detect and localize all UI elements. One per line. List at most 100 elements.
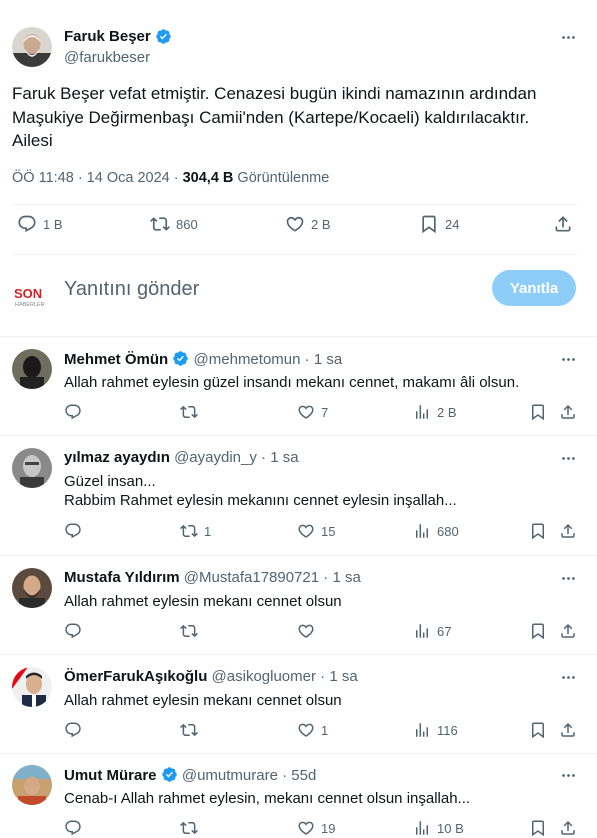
reply-input[interactable] (64, 274, 464, 304)
reply-button[interactable] (64, 721, 88, 739)
reply-avatar[interactable] (12, 568, 52, 608)
views-button[interactable]: 680 (413, 522, 459, 540)
like-button[interactable]: 7 (297, 403, 328, 421)
reply-text: Cenab-ı Allah rahmet eylesin, mekanı cen… (64, 789, 564, 808)
reply-item[interactable]: yılmaz ayaydın @ayaydin_y · 1 sa Güzel i… (0, 436, 597, 555)
views-button[interactable]: 67 (413, 622, 451, 640)
reply-author-name[interactable]: Mustafa Yıldırım (64, 569, 180, 586)
views-button[interactable]: 10 B (413, 819, 464, 837)
reply-avatar[interactable] (12, 448, 52, 488)
separator-dot: · (282, 767, 288, 784)
like-button[interactable] (297, 622, 321, 640)
share-button[interactable] (559, 819, 577, 837)
like-count: 7 (321, 404, 329, 420)
reply-icon (64, 403, 82, 421)
reply-button[interactable] (64, 622, 88, 640)
reply-time[interactable]: 1 sa (314, 351, 342, 368)
bookmark-button[interactable] (529, 819, 547, 837)
bookmark-button[interactable]: 24 (419, 214, 459, 234)
reply-time[interactable]: 1 sa (270, 449, 298, 466)
share-icon (553, 214, 573, 234)
reply-author-handle[interactable]: @Mustafa17890721 (184, 569, 319, 586)
reply-item[interactable]: Mehmet Ömün @mehmetomun · 1 sa Allah rah… (0, 337, 597, 435)
more-dots-icon[interactable] (558, 568, 578, 588)
reply-author-name[interactable]: yılmaz ayaydın (64, 449, 170, 466)
reply-button[interactable]: 1 B (17, 214, 63, 234)
like-count: 19 (321, 820, 336, 836)
reply-text: Allah rahmet eylesin güzel insandı mekan… (64, 373, 564, 392)
author-handle[interactable]: @farukbeser (64, 49, 172, 66)
views-button[interactable]: 2 B (413, 403, 457, 421)
share-button[interactable] (559, 522, 577, 540)
retweet-icon (180, 522, 198, 540)
retweet-button[interactable] (180, 622, 204, 640)
reply-author-name[interactable]: Mehmet Ömün (64, 351, 168, 368)
reply-header: ÖmerFarukAşıkoğlu @asikogluomer · 1 sa (64, 668, 358, 685)
more-dots-icon[interactable] (558, 765, 578, 785)
share-button[interactable] (559, 403, 577, 421)
reply-avatar[interactable] (12, 667, 52, 707)
reply-author-handle[interactable]: @umutmurare (182, 767, 278, 784)
bookmark-button[interactable] (529, 403, 547, 421)
reply-author-handle[interactable]: @mehmetomun (194, 351, 301, 368)
reply-text-line: Güzel insan... (64, 473, 156, 490)
retweet-button[interactable]: 1 (180, 522, 211, 540)
reply-author-name[interactable]: ÖmerFarukAşıkoğlu (64, 668, 207, 685)
bookmark-icon (529, 622, 547, 640)
views-count: 2 B (437, 404, 457, 420)
bookmark-button[interactable] (529, 522, 547, 540)
reply-author-name[interactable]: Umut Mürare (64, 767, 157, 784)
reply-author-handle[interactable]: @asikogluomer (212, 668, 316, 685)
reply-time[interactable]: 1 sa (329, 668, 357, 685)
bookmark-button[interactable] (529, 721, 547, 739)
reply-button[interactable] (64, 819, 88, 837)
bookmark-button[interactable] (529, 622, 547, 640)
reply-button[interactable] (64, 522, 88, 540)
retweet-button[interactable] (180, 403, 204, 421)
author-name-row[interactable]: Faruk Beşer (64, 28, 172, 45)
heart-icon (297, 522, 315, 540)
more-dots-icon[interactable] (558, 27, 578, 47)
views-button[interactable]: 116 (413, 721, 458, 739)
reply-button[interactable] (64, 403, 88, 421)
more-dots-icon[interactable] (558, 667, 578, 687)
share-button[interactable] (559, 721, 577, 739)
logo-text-top: SON (14, 286, 42, 301)
reply-avatar[interactable] (12, 349, 52, 389)
retweet-button[interactable] (180, 819, 204, 837)
reply-time[interactable]: 1 sa (332, 569, 360, 586)
tweet-actions: 1 B 860 2 B 24 (0, 214, 597, 244)
like-button[interactable]: 19 (297, 819, 335, 837)
reply-author-handle[interactable]: @ayaydin_y (174, 449, 257, 466)
share-icon (559, 522, 577, 540)
like-button[interactable]: 15 (297, 522, 335, 540)
retweet-button[interactable] (180, 721, 204, 739)
more-dots-icon[interactable] (558, 349, 578, 369)
separator-dot: · (304, 351, 310, 368)
like-count: 2 B (311, 216, 331, 232)
separator-dot: · (320, 668, 326, 685)
reply-actions: 1 116 (0, 721, 597, 743)
share-button[interactable] (559, 622, 577, 640)
heart-icon (297, 403, 315, 421)
tweet-views-count: 304,4 B (182, 170, 234, 186)
author-avatar[interactable] (12, 27, 52, 67)
author-name[interactable]: Faruk Beşer (64, 28, 151, 45)
reply-item[interactable]: Umut Mürare @umutmurare · 55d Cenab-ı Al… (0, 754, 597, 838)
like-button[interactable]: 1 (297, 721, 328, 739)
bookmark-icon (529, 522, 547, 540)
reply-time[interactable]: 55d (291, 767, 316, 784)
retweet-button[interactable]: 860 (150, 214, 198, 234)
more-dots-icon[interactable] (558, 448, 578, 468)
tweet-timestamp[interactable]: ÖÖ 11:48 · 14 Oca 2024 · (12, 170, 183, 186)
author-block: Faruk Beşer @farukbeser (64, 28, 172, 66)
reply-avatar[interactable] (12, 765, 52, 805)
reply-submit-button[interactable]: Yanıtla (492, 270, 576, 306)
like-button[interactable]: 2 B (285, 214, 331, 234)
reply-item[interactable]: Mustafa Yıldırım @Mustafa17890721 · 1 sa… (0, 556, 597, 654)
reply-icon (64, 522, 82, 540)
reply-item[interactable]: ÖmerFarukAşıkoğlu @asikogluomer · 1 sa A… (0, 655, 597, 753)
heart-icon (297, 819, 315, 837)
share-button[interactable] (553, 214, 573, 234)
bookmark-icon (529, 819, 547, 837)
